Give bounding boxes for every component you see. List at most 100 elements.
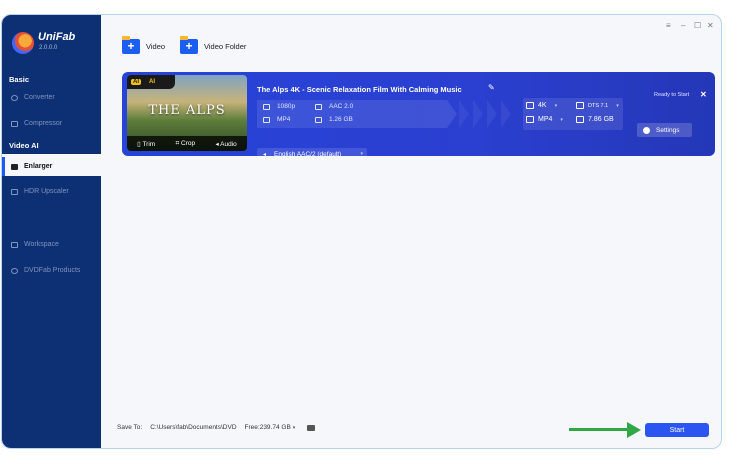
add-video-label: Video <box>146 42 166 51</box>
unifab-logo-icon <box>12 32 34 54</box>
gear-icon <box>643 126 650 134</box>
trim-button[interactable]: ▯ Trim <box>137 140 155 148</box>
close-window-icon[interactable]: ✕ <box>707 21 714 30</box>
chevron-down-icon: ▾ <box>360 151 363 157</box>
monitor-icon <box>526 102 534 109</box>
minimize-icon[interactable]: – <box>681 21 685 30</box>
thumbnail-title: THE ALPS <box>148 103 226 118</box>
source-arrow <box>447 100 457 128</box>
ai-badge-1: AI <box>131 79 141 85</box>
sidebar-item-label: Converter <box>24 94 55 101</box>
task-status: Ready to Start <box>654 92 690 98</box>
ai-badges: AI AI <box>127 75 175 89</box>
chevron-decor <box>487 100 497 128</box>
source-size-value: 1.26 GB <box>329 116 353 123</box>
source-audio: AAC 2.0 <box>315 103 353 110</box>
output-audio-value: DTS 7.1 <box>588 102 609 109</box>
monitor-icon <box>263 103 270 110</box>
sidebar-item-workspace[interactable]: Workspace <box>2 236 101 253</box>
maximize-icon[interactable]: ☐ <box>694 21 701 30</box>
enlarger-icon <box>11 163 18 170</box>
sidebar-item-dvdfab-products[interactable]: DVDFab Products <box>2 262 101 279</box>
audio-track-value: English AAC/2 (default) <box>274 150 342 158</box>
chevron-decor <box>459 100 469 128</box>
video-file-icon <box>263 116 270 123</box>
sidebar-item-label: DVDFab Products <box>24 267 81 274</box>
thumbnail-action-bar: ▯ Trim ⌗ Crop ◂ Audio <box>127 136 247 151</box>
source-resolution: 1080p <box>263 103 295 110</box>
workspace-icon <box>11 241 18 248</box>
save-to-label: Save To: <box>117 424 143 431</box>
speaker-icon: ◂ <box>263 151 267 158</box>
settings-button[interactable]: Settings <box>637 123 692 137</box>
section-basic: Basic <box>9 75 30 84</box>
sidebar-item-label: HDR Upscaler <box>24 188 69 195</box>
settings-label: Settings <box>656 126 680 134</box>
converter-icon <box>11 94 18 101</box>
chevron-down-icon: ▾ <box>560 116 563 123</box>
hdr-upscaler-icon <box>11 188 18 195</box>
green-arrow-line <box>569 428 629 431</box>
trim-label: Trim <box>142 140 156 148</box>
sidebar-item-hdr-upscaler[interactable]: HDR Upscaler <box>2 183 101 200</box>
remove-task-icon[interactable]: ✕ <box>700 90 707 99</box>
compressor-icon <box>11 120 18 127</box>
source-container: MP4 <box>263 116 290 123</box>
app-window: UniFab 2.0.0.0 Basic Converter Compresso… <box>1 14 722 449</box>
audio-icon <box>315 103 322 110</box>
app-version: 2.0.0.0 <box>39 45 58 51</box>
source-container-value: MP4 <box>277 116 291 123</box>
section-video-ai: Video AI <box>9 141 39 150</box>
sidebar-item-compressor[interactable]: Compressor <box>2 115 101 132</box>
add-video-button[interactable]: + Video <box>122 36 166 54</box>
add-folder-icon: + <box>180 36 198 54</box>
ai-badge-2: AI <box>149 79 155 85</box>
sidebar-item-label: Compressor <box>24 120 63 127</box>
output-container-select[interactable]: MP4 ▾ <box>526 116 563 123</box>
sidebar-item-enlarger[interactable]: Enlarger <box>2 157 101 176</box>
add-video-icon: + <box>122 36 140 54</box>
crop-button[interactable]: ⌗ Crop <box>176 140 196 148</box>
audio-track-select[interactable]: ◂ English AAC/2 (default) ▾ <box>257 148 367 160</box>
chevron-decor <box>501 100 511 128</box>
free-space: Free:239.74 GB <box>244 424 291 431</box>
output-size: 7.86 GB <box>576 116 614 123</box>
output-footer: Save To: C:\Users\fab\Documents\DVD Free… <box>117 424 316 431</box>
video-title: The Alps 4K - Scenic Relaxation Film Wit… <box>257 85 462 94</box>
chevron-down-icon: ▾ <box>554 102 558 109</box>
chevron-decor <box>473 100 483 128</box>
storage-icon <box>576 116 584 123</box>
app-name: UniFab <box>38 31 76 43</box>
audio-label: Audio <box>220 140 237 148</box>
crop-label: Crop <box>181 139 196 147</box>
output-resolution-select[interactable]: 4K ▾ <box>526 102 557 109</box>
source-resolution-value: 1080p <box>277 103 296 110</box>
sidebar-item-label: Enlarger <box>24 163 53 170</box>
save-path-field[interactable]: C:\Users\fab\Documents\DVD <box>150 424 236 431</box>
dvdfab-products-icon <box>11 267 18 274</box>
folder-icon[interactable] <box>307 424 316 431</box>
output-audio-select[interactable]: DTS 7.1 ▾ <box>576 102 619 109</box>
source-size: 1.26 GB <box>315 116 353 123</box>
task-card: THE ALPS ▯ Trim ⌗ Crop ◂ Audio AI AI The… <box>122 72 715 160</box>
video-file-icon <box>526 116 534 123</box>
sidebar-item-converter[interactable]: Converter <box>2 89 101 106</box>
sidebar-item-label: Workspace <box>24 241 59 248</box>
sidebar: UniFab 2.0.0.0 Basic Converter Compresso… <box>2 15 101 448</box>
edit-title-icon[interactable]: ✎ <box>488 83 495 92</box>
menu-icon[interactable]: ≡ <box>666 21 671 30</box>
audio-button[interactable]: ◂ Audio <box>215 140 236 148</box>
green-arrow-head <box>627 422 641 438</box>
add-video-folder-button[interactable]: + Video Folder <box>180 36 247 54</box>
chevron-down-icon: ▾ <box>616 102 619 109</box>
source-audio-value: AAC 2.0 <box>329 103 354 110</box>
chevron-down-icon[interactable]: ▾ <box>293 425 296 431</box>
start-button[interactable]: Start <box>645 423 709 437</box>
storage-icon <box>315 116 322 123</box>
output-size-value: 7.86 GB <box>588 116 614 123</box>
start-label: Start <box>669 426 685 434</box>
add-folder-label: Video Folder <box>204 42 247 51</box>
output-resolution-value: 4K <box>538 102 547 109</box>
output-container-value: MP4 <box>538 116 553 123</box>
audio-icon <box>576 102 584 109</box>
